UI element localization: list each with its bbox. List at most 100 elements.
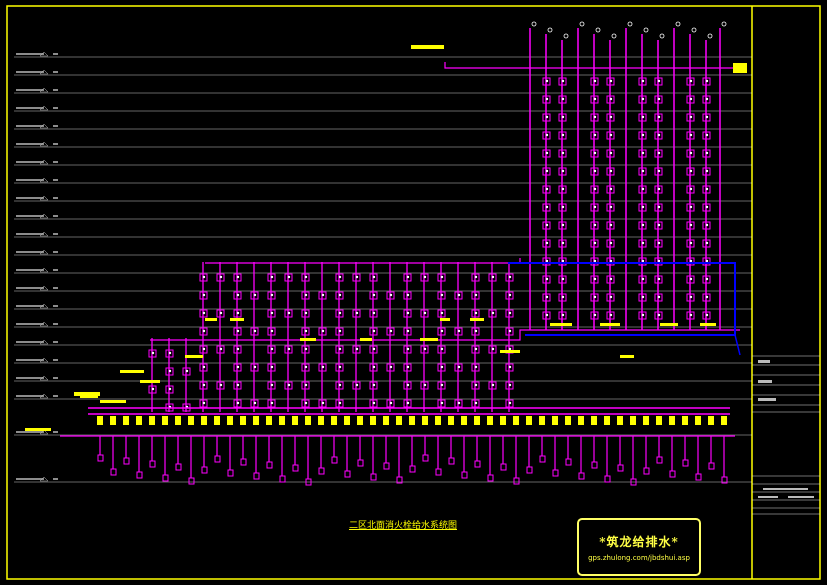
valve-tag — [461, 416, 467, 425]
hydrant-dot — [440, 293, 444, 297]
hydrant-dot — [593, 133, 597, 137]
title-block-text — [758, 380, 772, 383]
pipe-tag — [300, 338, 316, 341]
hydrant-dot — [423, 347, 427, 351]
hydrant-dot — [561, 259, 565, 263]
hydrant-dot — [270, 365, 274, 369]
hydrant-dot — [545, 277, 549, 281]
pipe-tag — [700, 323, 716, 326]
hydrant-dot — [641, 115, 645, 119]
hydrant-dot — [270, 293, 274, 297]
hydrant-dot — [705, 259, 709, 263]
hydrant-dot — [423, 383, 427, 387]
valve-tag — [279, 416, 285, 425]
hydrant-dot — [561, 79, 565, 83]
hydrant-dot — [168, 369, 172, 373]
valve-tag — [604, 416, 610, 425]
hydrant-dot — [689, 97, 693, 101]
hydrant-dot — [406, 401, 410, 405]
hydrant-dot — [474, 347, 478, 351]
valve-tag — [526, 416, 532, 425]
hydrant-dot — [545, 115, 549, 119]
hydrant-dot — [440, 401, 444, 405]
hydrant-dot — [474, 365, 478, 369]
hydrant-dot — [338, 383, 342, 387]
hydrant-dot — [423, 275, 427, 279]
hydrant-dot — [657, 259, 661, 263]
hydrant-dot — [689, 187, 693, 191]
hydrant-dot — [593, 223, 597, 227]
hydrant-dot — [593, 313, 597, 317]
hydrant-dot — [705, 79, 709, 83]
hydrant-dot — [372, 401, 376, 405]
hydrant-dot — [641, 79, 645, 83]
hydrant-dot — [270, 383, 274, 387]
valve-tag — [682, 416, 688, 425]
hydrant-dot — [270, 401, 274, 405]
hydrant-dot — [440, 383, 444, 387]
title-block-text — [763, 488, 808, 490]
hydrant-dot — [474, 275, 478, 279]
hydrant-dot — [593, 187, 597, 191]
pipe-tag — [360, 338, 372, 341]
valve-tag — [435, 416, 441, 425]
hydrant-dot — [609, 205, 613, 209]
hydrant-dot — [657, 133, 661, 137]
hydrant-dot — [609, 223, 613, 227]
hydrant-dot — [609, 313, 613, 317]
hydrant-dot — [457, 401, 461, 405]
hydrant-dot — [657, 187, 661, 191]
pipe-tag — [470, 318, 484, 321]
hydrant-dot — [508, 275, 512, 279]
hydrant-dot — [545, 295, 549, 299]
hydrant-dot — [561, 115, 565, 119]
valve-tag — [539, 416, 545, 425]
hydrant-dot — [219, 275, 223, 279]
hydrant-dot — [657, 97, 661, 101]
hydrant-dot — [705, 115, 709, 119]
hydrant-dot — [609, 115, 613, 119]
valve-tag — [214, 416, 220, 425]
hydrant-dot — [440, 329, 444, 333]
hydrant-dot — [304, 293, 308, 297]
pipe-tag — [100, 400, 126, 403]
valve-tag — [669, 416, 675, 425]
hydrant-dot — [236, 383, 240, 387]
hydrant-dot — [202, 365, 206, 369]
valve-tag — [721, 416, 727, 425]
pipe-tag — [620, 355, 634, 358]
hydrant-dot — [705, 241, 709, 245]
hydrant-dot — [270, 311, 274, 315]
hydrant-dot — [609, 151, 613, 155]
hydrant-dot — [440, 347, 444, 351]
hydrant-dot — [689, 205, 693, 209]
hydrant-dot — [689, 241, 693, 245]
valve-tag — [565, 416, 571, 425]
hydrant-dot — [609, 259, 613, 263]
pipe-tag — [140, 380, 160, 383]
hydrant-dot — [609, 241, 613, 245]
valve-tag — [266, 416, 272, 425]
valve-tag — [552, 416, 558, 425]
hydrant-dot — [236, 329, 240, 333]
pipe-tag — [660, 323, 678, 326]
hydrant-dot — [561, 277, 565, 281]
title-block-text — [758, 398, 776, 401]
hydrant-dot — [406, 365, 410, 369]
hydrant-dot — [641, 205, 645, 209]
valve-tag — [175, 416, 181, 425]
tower-tag — [733, 63, 747, 73]
hydrant-dot — [287, 311, 291, 315]
hydrant-dot — [304, 401, 308, 405]
hydrant-dot — [440, 311, 444, 315]
hydrant-dot — [389, 401, 393, 405]
hydrant-dot — [657, 241, 661, 245]
hydrant-dot — [508, 329, 512, 333]
hydrant-dot — [355, 311, 359, 315]
hydrant-dot — [593, 259, 597, 263]
pipe-tag — [230, 318, 244, 321]
hydrant-dot — [219, 347, 223, 351]
hydrant-dot — [657, 313, 661, 317]
hydrant-dot — [657, 277, 661, 281]
hydrant-dot — [236, 347, 240, 351]
